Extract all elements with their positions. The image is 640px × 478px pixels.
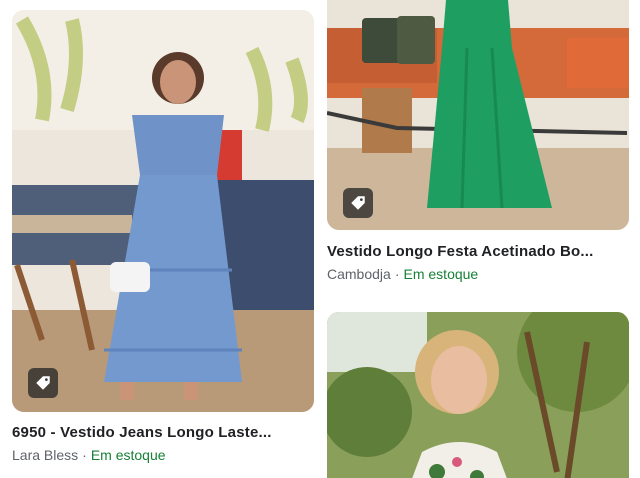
result-source[interactable]: Lara Bless <box>12 447 78 463</box>
meta-separator: · <box>82 447 87 463</box>
result-meta: Lara Bless · Em estoque <box>12 447 166 463</box>
result-meta: Cambodja · Em estoque <box>327 266 478 282</box>
tag-icon <box>351 196 365 210</box>
result-title[interactable]: Vestido Longo Festa Acetinado Bo... <box>327 243 627 260</box>
meta-separator: · <box>394 266 400 282</box>
denim-dress-photo <box>12 10 314 412</box>
availability-status: Em estoque <box>403 266 479 282</box>
shopping-tag-badge <box>343 188 373 218</box>
result-image-denim-dress[interactable] <box>12 10 314 412</box>
availability-status: Em estoque <box>90 447 166 463</box>
floral-dress-photo <box>327 312 629 478</box>
result-title[interactable]: 6950 - Vestido Jeans Longo Laste... <box>12 424 312 441</box>
result-source[interactable]: Cambodja <box>327 266 391 282</box>
shopping-tag-badge <box>28 368 58 398</box>
result-image-floral-dress[interactable] <box>327 312 629 478</box>
tag-icon <box>36 376 50 390</box>
